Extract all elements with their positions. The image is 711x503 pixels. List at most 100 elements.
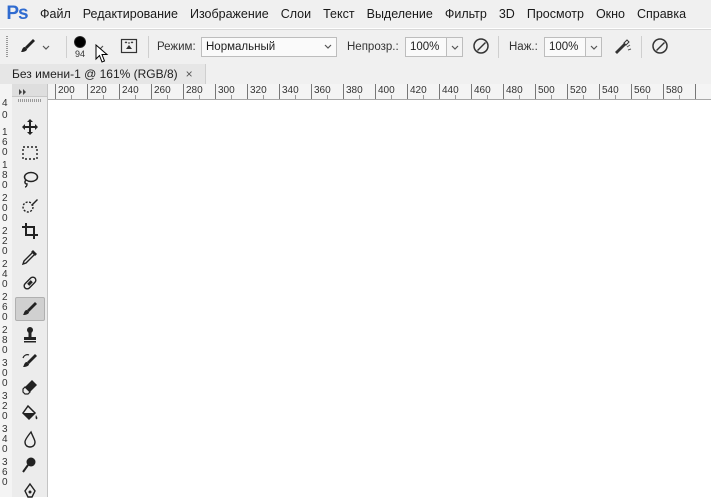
menu-view[interactable]: Просмотр <box>521 0 590 28</box>
ruler-label: 480 <box>506 85 523 96</box>
ruler-label: 520 <box>570 85 587 96</box>
menu-bar: Ps Файл Редактирование Изображение Слои … <box>0 0 711 28</box>
menu-3d[interactable]: 3D <box>493 0 521 28</box>
photoshop-logo: Ps <box>6 3 28 24</box>
separator <box>641 36 642 58</box>
quick-select-tool[interactable] <box>15 193 45 217</box>
brush-panel-button[interactable] <box>120 30 138 64</box>
flow-label: Наж.: <box>509 41 538 53</box>
horizontal-ruler[interactable]: 200 220 240 260 280 300 320 340 360 380 … <box>48 84 711 100</box>
brush-size-label: 94 <box>74 48 85 59</box>
ruler-label: 580 <box>666 85 683 96</box>
opacity-dropdown[interactable] <box>447 37 463 57</box>
dodge-tool[interactable] <box>15 453 45 477</box>
blur-icon <box>21 430 39 448</box>
airbrush-icon <box>612 37 632 58</box>
healing-brush-tool[interactable] <box>15 271 45 295</box>
pressure-opacity-button[interactable] <box>472 30 490 64</box>
menu-select[interactable]: Выделение <box>361 0 439 28</box>
mode-value: Нормальный <box>206 41 276 53</box>
move-tool[interactable] <box>15 115 45 139</box>
mode-select[interactable]: Нормальный <box>201 30 337 64</box>
ruler-label: 320 <box>250 85 267 96</box>
collapse-panel-icon[interactable] <box>18 85 28 99</box>
document-tab-bar: Без имени-1 @ 161% (RGB/8) × <box>0 64 711 84</box>
document-tab-title: Без имени-1 @ 161% (RGB/8) <box>12 67 178 81</box>
menu-file[interactable]: Файл <box>34 0 77 28</box>
menu-edit[interactable]: Редактирование <box>77 0 184 28</box>
separator <box>66 36 67 58</box>
ruler-digit: 0 <box>2 246 8 257</box>
menu-help[interactable]: Справка <box>631 0 692 28</box>
opacity-label: Непрозр.: <box>347 41 399 53</box>
blur-tool[interactable] <box>15 427 45 451</box>
history-brush-icon <box>21 352 39 370</box>
brush-picker[interactable]: 94 <box>74 30 86 64</box>
flow-input[interactable]: 100% <box>544 37 586 57</box>
brush-tip-icon <box>74 35 86 48</box>
ruler-label: 420 <box>410 85 427 96</box>
ruler-label: 460 <box>474 85 491 96</box>
tools-panel-header[interactable] <box>12 84 47 97</box>
healing-brush-icon <box>21 274 39 292</box>
tool-preset-picker[interactable] <box>18 30 50 64</box>
eyedropper-tool[interactable] <box>15 245 45 269</box>
options-bar: 94 Режим: Нормальный Непрозр.: 100% Наж.… <box>0 29 711 65</box>
paint-bucket-tool[interactable] <box>15 401 45 425</box>
ruler-digit: 0 <box>2 312 8 323</box>
close-icon[interactable]: × <box>186 67 193 81</box>
quick-select-icon <box>21 196 39 214</box>
history-brush-tool[interactable] <box>15 349 45 373</box>
chevron-down-icon <box>590 40 598 54</box>
brush-icon <box>21 300 39 318</box>
options-grip[interactable] <box>6 30 10 64</box>
ruler-digit: 0 <box>2 110 8 121</box>
document-tab[interactable]: Без имени-1 @ 161% (RGB/8) × <box>0 64 206 84</box>
menu-layers[interactable]: Слои <box>275 0 317 28</box>
brush-preset-icon <box>18 36 38 59</box>
lasso-tool[interactable] <box>15 167 45 191</box>
clone-stamp-tool[interactable] <box>15 323 45 347</box>
separator <box>498 36 499 58</box>
tools-panel <box>12 84 48 498</box>
brush-panel-icon <box>120 37 138 58</box>
eyedropper-icon <box>21 248 39 266</box>
ruler-digit: 0 <box>2 444 8 455</box>
opacity-control[interactable]: 100% <box>405 30 463 64</box>
ruler-label: 400 <box>378 85 395 96</box>
lasso-icon <box>21 170 39 188</box>
flow-dropdown[interactable] <box>586 37 602 57</box>
dodge-icon <box>21 456 39 474</box>
tools-panel-grip[interactable] <box>18 99 41 102</box>
menu-type[interactable]: Текст <box>317 0 360 28</box>
ruler-label: 260 <box>154 85 171 96</box>
menu-image[interactable]: Изображение <box>184 0 275 28</box>
ruler-label: 360 <box>314 85 331 96</box>
ruler-label: 220 <box>90 85 107 96</box>
chevron-down-icon <box>42 40 50 54</box>
ruler-label: 440 <box>442 85 459 96</box>
document-canvas[interactable] <box>48 100 711 497</box>
pen-tool[interactable] <box>15 479 45 503</box>
eraser-icon <box>21 378 39 396</box>
ruler-label: 540 <box>602 85 619 96</box>
menu-filter[interactable]: Фильтр <box>439 0 493 28</box>
opacity-input[interactable]: 100% <box>405 37 447 57</box>
ruler-label: 280 <box>186 85 203 96</box>
menu-window[interactable]: Окно <box>590 0 631 28</box>
flow-control[interactable]: 100% <box>544 30 602 64</box>
crop-icon <box>21 222 39 240</box>
mode-label: Режим: <box>157 41 196 53</box>
marquee-tool[interactable] <box>15 141 45 165</box>
ruler-digit: 0 <box>2 180 8 191</box>
ruler-label: 560 <box>634 85 651 96</box>
crop-tool[interactable] <box>15 219 45 243</box>
ruler-label: 380 <box>346 85 363 96</box>
pressure-size-button[interactable] <box>651 30 669 64</box>
ruler-label: 300 <box>218 85 235 96</box>
chevron-down-icon <box>451 40 459 54</box>
brush-tool[interactable] <box>15 297 45 321</box>
airbrush-button[interactable] <box>612 30 632 64</box>
ruler-digit: 0 <box>2 477 8 488</box>
eraser-tool[interactable] <box>15 375 45 399</box>
